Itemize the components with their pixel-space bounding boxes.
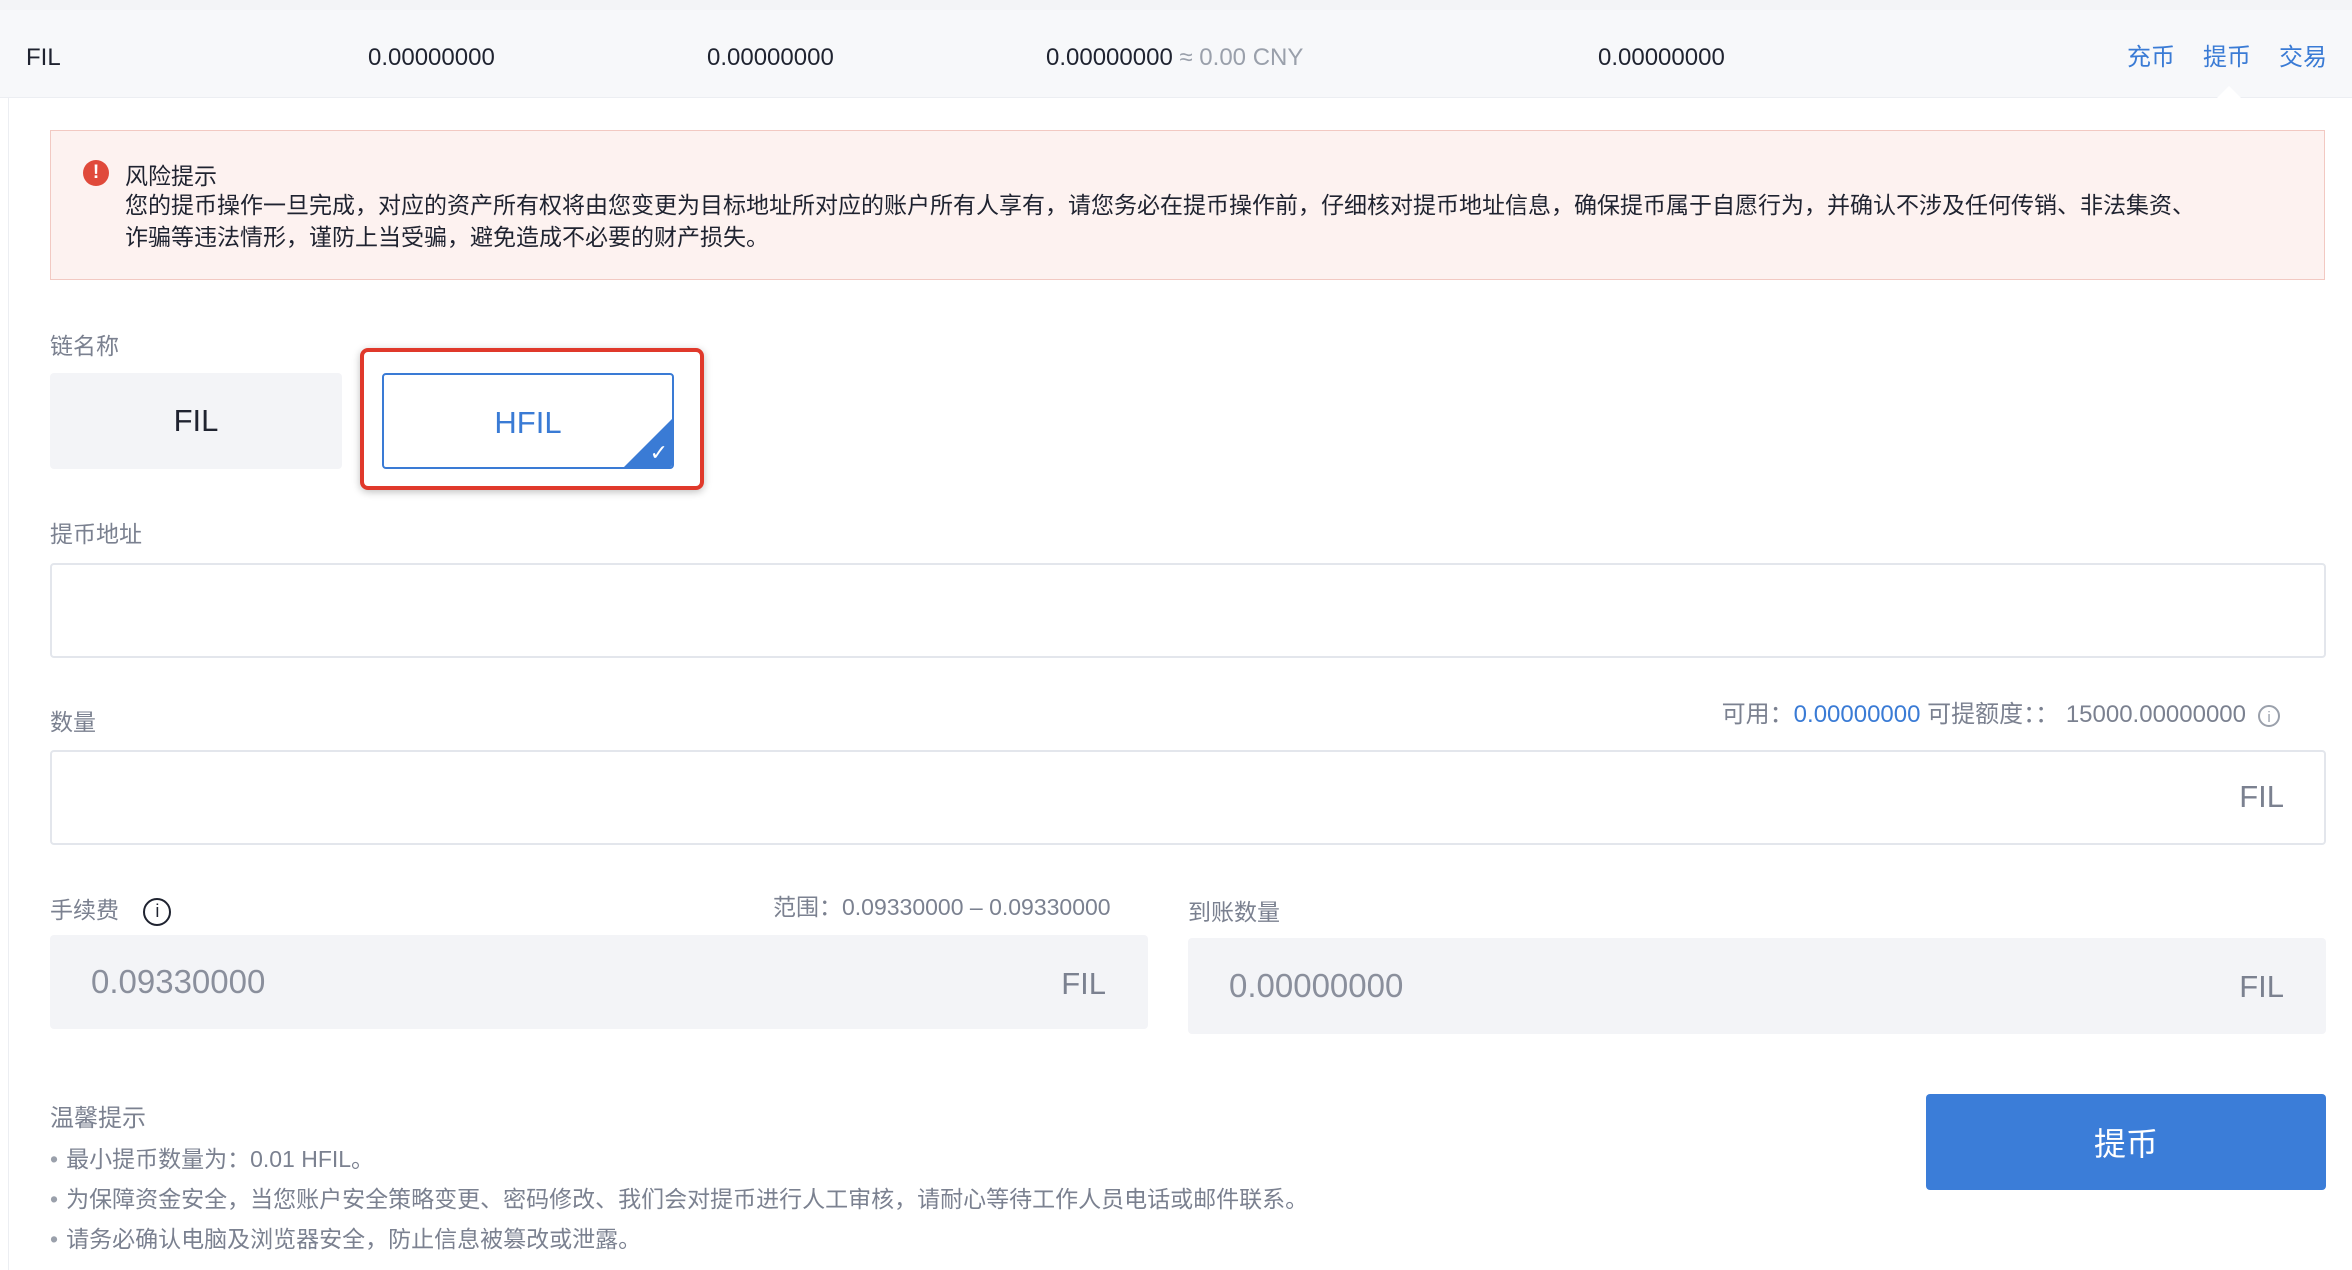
risk-warning-box: ! 风险提示 您的提币操作一旦完成，对应的资产所有权将由您变更为目标地址所对应的… [50,130,2325,280]
tip-item: 请务必确认电脑及浏览器安全，防止信息被篡改或泄露。 [50,1220,641,1254]
received-unit: FIL [2239,969,2284,1004]
risk-body: 您的提币操作一旦完成，对应的资产所有权将由您变更为目标地址所对应的账户所有人享有… [125,189,2295,253]
address-input-wrapper [50,563,2326,658]
asset-cny: ≈ 0.00 CNY [1179,44,1304,71]
fee-range-value: 0.09330000 – 0.09330000 [842,894,1111,920]
exclamation-circle-icon: ! [83,160,109,186]
tip-item: 为保障资金安全，当您账户安全策略变更、密码修改、我们会对提币进行人工审核，请耐心… [50,1180,1308,1214]
risk-title: 风险提示 [125,163,217,189]
amount-unit: FIL [2239,779,2284,814]
trade-link[interactable]: 交易 [2279,10,2327,106]
chain-option-hfil-label: HFIL [494,405,562,440]
chain-option-fil[interactable]: FIL [50,373,342,469]
fee-label-text: 手续费 [50,897,119,923]
asset-value-2: 0.00000000 [707,44,834,71]
tips-title: 温馨提示 [50,1105,146,1132]
received-value: 0.00000000 [1229,967,1404,1004]
fee-label: 手续费 i [50,891,172,926]
active-tab-caret [2217,86,2241,98]
risk-line-1: 您的提币操作一旦完成，对应的资产所有权将由您变更为目标地址所对应的账户所有人享有… [125,192,2195,218]
info-icon[interactable]: i [2258,704,2280,727]
available-value: 0.00000000 [1793,701,1921,728]
amount-input[interactable] [52,752,2324,843]
info-icon[interactable]: i [143,897,172,926]
panel-border [8,97,9,1270]
address-label: 提币地址 [50,521,142,547]
asset-value-1: 0.00000000 [368,44,495,71]
tip-item: 最小提币数量为：0.01 HFIL。 [50,1140,374,1174]
fee-range-label: 范围： [773,894,842,920]
limit-label: 可提额度：： [1927,701,2060,728]
available-label: 可用： [1721,701,1794,728]
amount-label: 数量 [50,709,96,735]
asset-row: FIL 0.00000000 0.00000000 0.00000000 ≈ 0… [0,10,2352,98]
top-strip [0,0,2352,10]
limit-value: 15000.00000000 [2065,701,2246,728]
check-icon: ✓ [649,440,668,465]
address-input[interactable] [52,565,2324,656]
received-label: 到账数量 [1188,899,1280,925]
asset-coin: FIL [26,44,61,71]
amount-availability: 可用：0.00000000 可提额度：： 15000.00000000 i [1722,694,2280,729]
withdraw-submit-button[interactable]: 提币 [1926,1094,2326,1190]
asset-value-3: 0.00000000 ≈ 0.00 CNY [1046,44,1304,71]
amount-input-wrapper: FIL [50,750,2326,845]
risk-line-2: 诈骗等违法情形，谨防上当受骗，避免造成不必要的财产损失。 [125,224,769,250]
fee-field: 0.09330000 FIL [50,935,1148,1029]
asset-value-4: 0.00000000 [1598,44,1725,71]
chain-option-hfil[interactable]: HFIL ✓ [382,373,674,469]
fee-range: 范围：0.09330000 – 0.09330000 [773,888,1111,922]
fee-unit: FIL [1061,966,1106,1001]
deposit-link[interactable]: 充币 [2127,10,2175,106]
received-field: 0.00000000 FIL [1188,938,2326,1034]
fee-value: 0.09330000 [91,963,266,1000]
chain-label: 链名称 [50,333,119,359]
